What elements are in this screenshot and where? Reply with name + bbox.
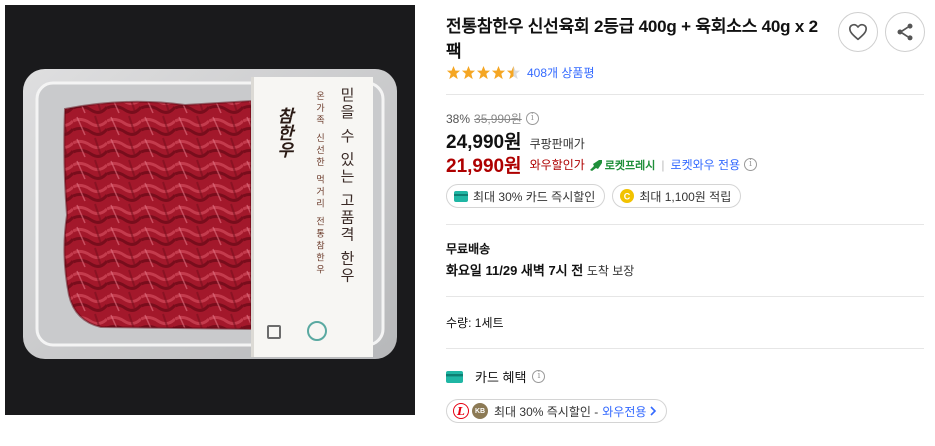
rocket-fresh-label: 로켓프레시 (604, 159, 656, 172)
star-icon (461, 65, 476, 79)
star-rating (446, 65, 521, 80)
sale-label: 쿠팡판매가 (529, 137, 585, 151)
product-title: 전통참한우 신선육회 2등급 400g + 육회소스 40g x 2팩 (446, 17, 818, 61)
sale-price-row: 24,990원 쿠팡판매가 (446, 127, 585, 154)
box-logo-icon (267, 325, 281, 339)
card-promo-text: 최대 30% 즉시할인 - (494, 404, 599, 419)
shipping-title: 무료배송 (446, 242, 491, 256)
product-info-panel: 전통참한우 신선육회 2등급 400g + 육회소스 40g x 2팩 408개… (446, 0, 926, 446)
cash-reward-label: 최대 1,100원 적립 (639, 189, 732, 204)
credit-card-icon (446, 370, 463, 383)
haccp-seal-icon (307, 321, 327, 341)
card-benefit-title: 카드 혜택 (475, 370, 527, 385)
card-discount-chip[interactable]: 최대 30% 카드 즉시할인 (446, 184, 606, 208)
wow-price-row: 21,990원 와우할인가 로켓프레시 | 로켓와우 전용 i (446, 151, 758, 178)
share-icon (897, 23, 913, 41)
cash-reward-chip[interactable]: C 최대 1,100원 적립 (612, 184, 742, 208)
star-icon (506, 65, 521, 79)
svg-text:C: C (624, 192, 631, 202)
package-vertical-sub: 온가족 신선한 먹거리 전통참한우 (314, 91, 324, 277)
info-icon[interactable]: i (525, 112, 539, 125)
discount-row: 38% 35,990원 i (446, 110, 539, 127)
quantity-value: 1세트 (474, 316, 504, 330)
star-icon (491, 65, 506, 79)
card-benefit-row: 카드 혜택 i (446, 367, 546, 386)
wow-label: 와우할인가 (529, 158, 585, 172)
wishlist-button[interactable] (838, 12, 878, 52)
card-discount-label: 최대 30% 카드 즉시할인 (473, 189, 596, 204)
kb-card-logo-icon: KB (472, 403, 488, 419)
heart-icon (848, 23, 867, 41)
chevron-right-icon (650, 406, 657, 416)
lotte-card-logo-icon: L (453, 403, 469, 419)
review-count-link[interactable]: 408개 상품평 (527, 64, 595, 81)
rocket-fresh-badge: 로켓프레시 (589, 157, 656, 173)
quantity-row: 수량: 1세트 (446, 314, 504, 331)
info-icon[interactable]: i (532, 370, 546, 383)
quantity-label: 수량: (446, 316, 472, 330)
divider (446, 348, 924, 349)
discount-rate: 38% (446, 111, 471, 126)
wow-only-link[interactable]: 와우전용 (602, 403, 646, 420)
coin-icon: C (620, 189, 635, 203)
sale-price: 24,990원 (446, 132, 522, 153)
rating-row: 408개 상품평 (446, 64, 595, 80)
package-label: 믿을 수 있는 고품격 한우 온가족 신선한 먹거리 전통참한우 참한우 (251, 77, 373, 357)
divider (446, 94, 924, 95)
star-icon (446, 65, 461, 79)
delivery-date: 화요일 11/29 새벽 7시 전 도착 보장 (446, 260, 634, 279)
share-button[interactable] (885, 12, 925, 52)
card-promo-chip[interactable]: L KB 최대 30% 즉시할인 - 와우전용 (446, 399, 668, 423)
delivery-guarantee: 도착 보장 (586, 264, 635, 278)
product-image: 믿을 수 있는 고품격 한우 온가족 신선한 먹거리 전통참한우 참한우 (5, 5, 415, 415)
credit-card-icon (454, 190, 468, 202)
info-icon[interactable]: i (744, 158, 758, 171)
star-icon (476, 65, 491, 79)
wow-price: 21,990원 (446, 156, 522, 177)
divider (446, 296, 924, 297)
divider (446, 224, 924, 225)
delivery-date-bold: 화요일 11/29 새벽 7시 전 (446, 263, 584, 278)
benefit-chips: 최대 30% 카드 즉시할인 C 최대 1,100원 적립 (446, 184, 742, 208)
package-vertical-main: 믿을 수 있는 고품격 한우 (338, 87, 356, 285)
separator: | (661, 157, 665, 172)
rocket-icon (589, 159, 602, 171)
original-price: 35,990원 (474, 112, 522, 126)
brand-logo: 참한우 (273, 107, 293, 158)
rocket-wow-label: 로켓와우 전용 (670, 158, 741, 172)
